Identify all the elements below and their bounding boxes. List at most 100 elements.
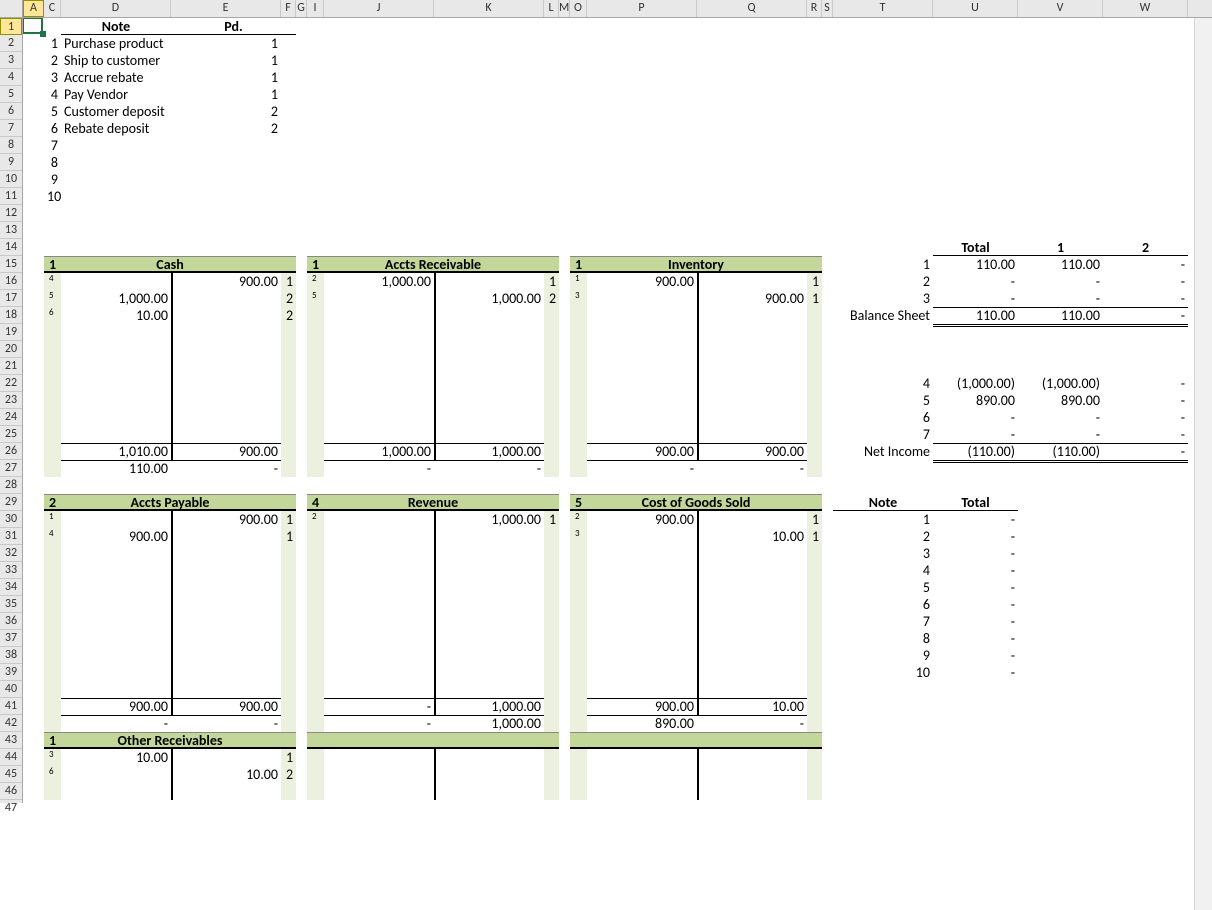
sum-c1: - bbox=[1018, 290, 1103, 307]
row-header-11[interactable]: 11 bbox=[0, 188, 22, 205]
row-header-32[interactable]: 32 bbox=[0, 545, 22, 562]
column-header-M[interactable]: M bbox=[559, 0, 570, 17]
column-header-I[interactable]: I bbox=[307, 0, 324, 17]
spreadsheet-grid[interactable]: Note Pd. 1Purchase product12Ship to cust… bbox=[23, 18, 1212, 892]
row-header-31[interactable]: 31 bbox=[0, 528, 22, 545]
chk-n: 2 bbox=[833, 528, 933, 545]
note-num: 9 bbox=[44, 171, 61, 188]
chk-v: - bbox=[933, 630, 1018, 647]
column-header-L[interactable]: L bbox=[544, 0, 559, 17]
column-header-S[interactable]: S bbox=[822, 0, 833, 17]
column-header-Q[interactable]: Q bbox=[697, 0, 807, 17]
column-header-K[interactable]: K bbox=[434, 0, 544, 17]
row-header-6[interactable]: 6 bbox=[0, 103, 22, 120]
row-header-41[interactable]: 41 bbox=[0, 698, 22, 715]
tacct-ref: 4 bbox=[46, 274, 61, 284]
row-header-30[interactable]: 30 bbox=[0, 511, 22, 528]
row-header-38[interactable]: 38 bbox=[0, 647, 22, 664]
sum-c1: (1,000.00) bbox=[1018, 375, 1103, 392]
row-header-4[interactable]: 4 bbox=[0, 69, 22, 86]
row-header-42[interactable]: 42 bbox=[0, 715, 22, 732]
row-header-24[interactable]: 24 bbox=[0, 409, 22, 426]
chk-v: - bbox=[933, 562, 1018, 579]
row-header-7[interactable]: 7 bbox=[0, 120, 22, 137]
row-headers[interactable]: 1234567891011121314151617181920212223242… bbox=[0, 18, 23, 803]
column-header-O[interactable]: O bbox=[570, 0, 587, 17]
chk-n: 8 bbox=[833, 630, 933, 647]
row-header-28[interactable]: 28 bbox=[0, 477, 22, 494]
row-header-46[interactable]: 46 bbox=[0, 783, 22, 800]
row-header-37[interactable]: 37 bbox=[0, 630, 22, 647]
tacct-right-amt bbox=[697, 273, 807, 290]
column-header-F[interactable]: F bbox=[281, 0, 296, 17]
tacct-right-amt bbox=[434, 273, 544, 290]
column-header-D[interactable]: D bbox=[61, 0, 171, 17]
tacct-right-amt bbox=[171, 290, 281, 307]
row-header-12[interactable]: 12 bbox=[0, 205, 22, 222]
note-num: 6 bbox=[44, 120, 61, 137]
row-header-25[interactable]: 25 bbox=[0, 426, 22, 443]
sum-label: 6 bbox=[833, 409, 933, 426]
row-header-43[interactable]: 43 bbox=[0, 732, 22, 749]
note-pd: 1 bbox=[171, 86, 281, 103]
note-desc bbox=[61, 171, 171, 188]
tacct-right-amt bbox=[171, 749, 281, 766]
grid-corner[interactable] bbox=[0, 0, 23, 18]
tacct-net-left: - bbox=[324, 460, 434, 477]
row-header-16[interactable]: 16 bbox=[0, 273, 22, 290]
row-header-15[interactable]: 15 bbox=[0, 256, 22, 273]
column-header-G[interactable]: G bbox=[296, 0, 307, 17]
row-header-29[interactable]: 29 bbox=[0, 494, 22, 511]
row-header-10[interactable]: 10 bbox=[0, 171, 22, 188]
row-header-9[interactable]: 9 bbox=[0, 154, 22, 171]
row-header-26[interactable]: 26 bbox=[0, 443, 22, 460]
row-header-47[interactable]: 47 bbox=[0, 800, 22, 803]
row-header-35[interactable]: 35 bbox=[0, 596, 22, 613]
row-header-27[interactable]: 27 bbox=[0, 460, 22, 477]
row-header-1[interactable]: 1 bbox=[0, 18, 22, 35]
column-header-U[interactable]: U bbox=[933, 0, 1018, 17]
row-header-3[interactable]: 3 bbox=[0, 52, 22, 69]
tacct-ref: 6 bbox=[46, 308, 61, 318]
row-header-5[interactable]: 5 bbox=[0, 86, 22, 103]
note-num: 3 bbox=[44, 69, 61, 86]
column-header-E[interactable]: E bbox=[171, 0, 281, 17]
row-header-23[interactable]: 23 bbox=[0, 392, 22, 409]
row-header-22[interactable]: 22 bbox=[0, 375, 22, 392]
row-header-14[interactable]: 14 bbox=[0, 239, 22, 256]
tacct-right-amt: 10.00 bbox=[697, 528, 807, 545]
column-header-R[interactable]: R bbox=[807, 0, 822, 17]
row-header-36[interactable]: 36 bbox=[0, 613, 22, 630]
row-header-19[interactable]: 19 bbox=[0, 324, 22, 341]
row-header-8[interactable]: 8 bbox=[0, 137, 22, 154]
row-header-34[interactable]: 34 bbox=[0, 579, 22, 596]
sum-c2: - bbox=[1103, 375, 1188, 392]
row-header-40[interactable]: 40 bbox=[0, 681, 22, 698]
column-header-W[interactable]: W bbox=[1103, 0, 1188, 17]
column-header-T[interactable]: T bbox=[833, 0, 933, 17]
sum-hdr-2: 2 bbox=[1103, 239, 1188, 256]
note-pd bbox=[171, 171, 281, 188]
column-headers[interactable]: ACDEFGIJKLMOPQRSTUVW bbox=[0, 0, 1212, 18]
fill-handle[interactable] bbox=[40, 31, 46, 37]
tacct-total-right: 900.00 bbox=[171, 698, 281, 715]
note-num: 8 bbox=[44, 154, 61, 171]
column-header-P[interactable]: P bbox=[587, 0, 697, 17]
tacct-pd: 2 bbox=[546, 290, 559, 307]
column-header-C[interactable]: C bbox=[44, 0, 61, 17]
row-header-18[interactable]: 18 bbox=[0, 307, 22, 324]
row-header-2[interactable]: 2 bbox=[0, 35, 22, 52]
chk-v: - bbox=[933, 647, 1018, 664]
row-header-39[interactable]: 39 bbox=[0, 664, 22, 681]
row-header-44[interactable]: 44 bbox=[0, 749, 22, 766]
row-header-33[interactable]: 33 bbox=[0, 562, 22, 579]
row-header-13[interactable]: 13 bbox=[0, 222, 22, 239]
row-header-17[interactable]: 17 bbox=[0, 290, 22, 307]
column-header-J[interactable]: J bbox=[324, 0, 434, 17]
row-header-45[interactable]: 45 bbox=[0, 766, 22, 783]
row-header-20[interactable]: 20 bbox=[0, 341, 22, 358]
row-header-21[interactable]: 21 bbox=[0, 358, 22, 375]
column-header-A[interactable]: A bbox=[23, 0, 44, 17]
column-header-V[interactable]: V bbox=[1018, 0, 1103, 17]
tacct-total-right: 10.00 bbox=[697, 698, 807, 715]
